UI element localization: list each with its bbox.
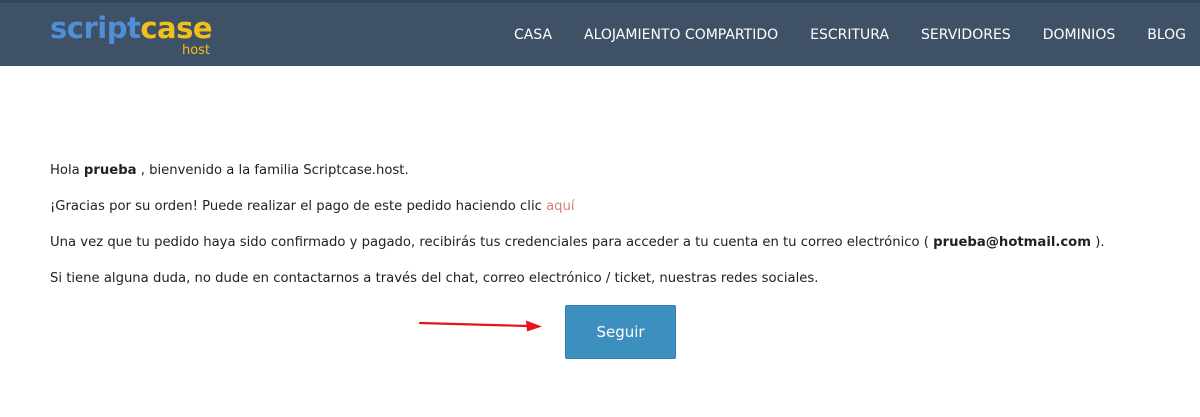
payment-line: ¡Gracias por su orden! Puede realizar el… — [50, 194, 1160, 230]
payment-link[interactable]: aquí — [546, 199, 574, 214]
credentials-line: Una vez que tu pedido haya sido confirma… — [50, 230, 1160, 266]
nav-item-escritura[interactable]: ESCRITURA — [810, 27, 889, 43]
nav-item-alojamiento-compartido[interactable]: ALOJAMIENTO COMPARTIDO — [584, 27, 778, 43]
nav-item-dominios[interactable]: DOMINIOS — [1043, 27, 1116, 43]
continue-button[interactable]: Seguir — [565, 305, 676, 359]
order-confirmation-message: Hola prueba , bienvenido a la familia Sc… — [50, 158, 1160, 302]
nav-item-servidores[interactable]: SERVIDORES — [921, 27, 1011, 43]
credentials-text-end: ). — [1091, 235, 1105, 250]
payment-text: ¡Gracias por su orden! Puede realizar el… — [50, 199, 547, 214]
support-line: Si tiene alguna duda, no dude en contact… — [50, 271, 819, 286]
logo-case-text: case — [140, 11, 213, 45]
logo-wordmark: scriptcase — [50, 11, 213, 45]
greeting-line: Hola prueba , bienvenido a la familia Sc… — [50, 158, 1160, 194]
username: prueba — [83, 163, 137, 178]
top-navbar: scriptcase host CASA ALOJAMIENTO COMPART… — [0, 0, 1200, 66]
nav-item-casa[interactable]: CASA — [514, 27, 552, 43]
nav-item-blog[interactable]: BLOG — [1147, 27, 1186, 43]
user-email: prueba@hotmail.com — [933, 235, 1091, 250]
red-arrow-right-icon — [418, 320, 542, 332]
credentials-text: Una vez que tu pedido haya sido confirma… — [50, 235, 934, 250]
welcome-text: , bienvenido a la familia Scriptcase.hos… — [136, 163, 409, 178]
greeting-text: Hola — [50, 163, 84, 178]
logo-script-text: script — [50, 11, 141, 45]
logo-host-text: host — [181, 43, 211, 58]
main-nav: CASA ALOJAMIENTO COMPARTIDO ESCRITURA SE… — [482, 3, 1186, 66]
scriptcase-host-logo[interactable]: scriptcase host — [50, 11, 213, 58]
